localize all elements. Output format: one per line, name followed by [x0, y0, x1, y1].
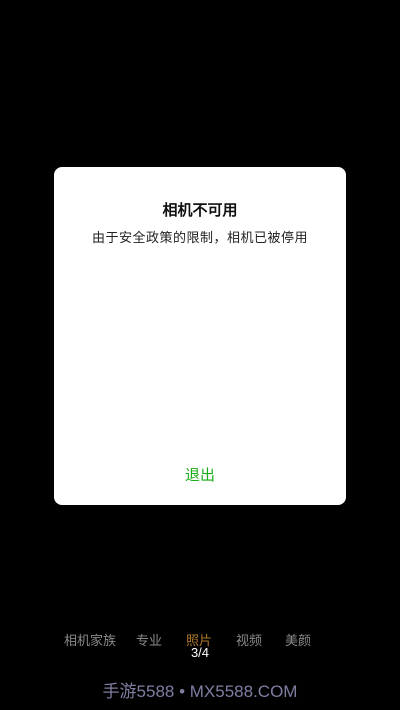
camera-unavailable-dialog: 相机不可用 由于安全政策的限制，相机已被停用 退出 [54, 167, 346, 505]
page-indicator: 3/4 [190, 645, 210, 660]
camera-screen: 相机不可用 由于安全政策的限制，相机已被停用 退出 相机家族 专业 照片 视频 … [0, 0, 400, 710]
exit-button[interactable]: 退出 [160, 462, 240, 488]
dialog-message: 由于安全政策的限制，相机已被停用 [91, 231, 308, 246]
watermark-text: 手游5588 • MX5588.COM [102, 682, 298, 701]
dialog-title: 相机不可用 [162, 201, 238, 219]
